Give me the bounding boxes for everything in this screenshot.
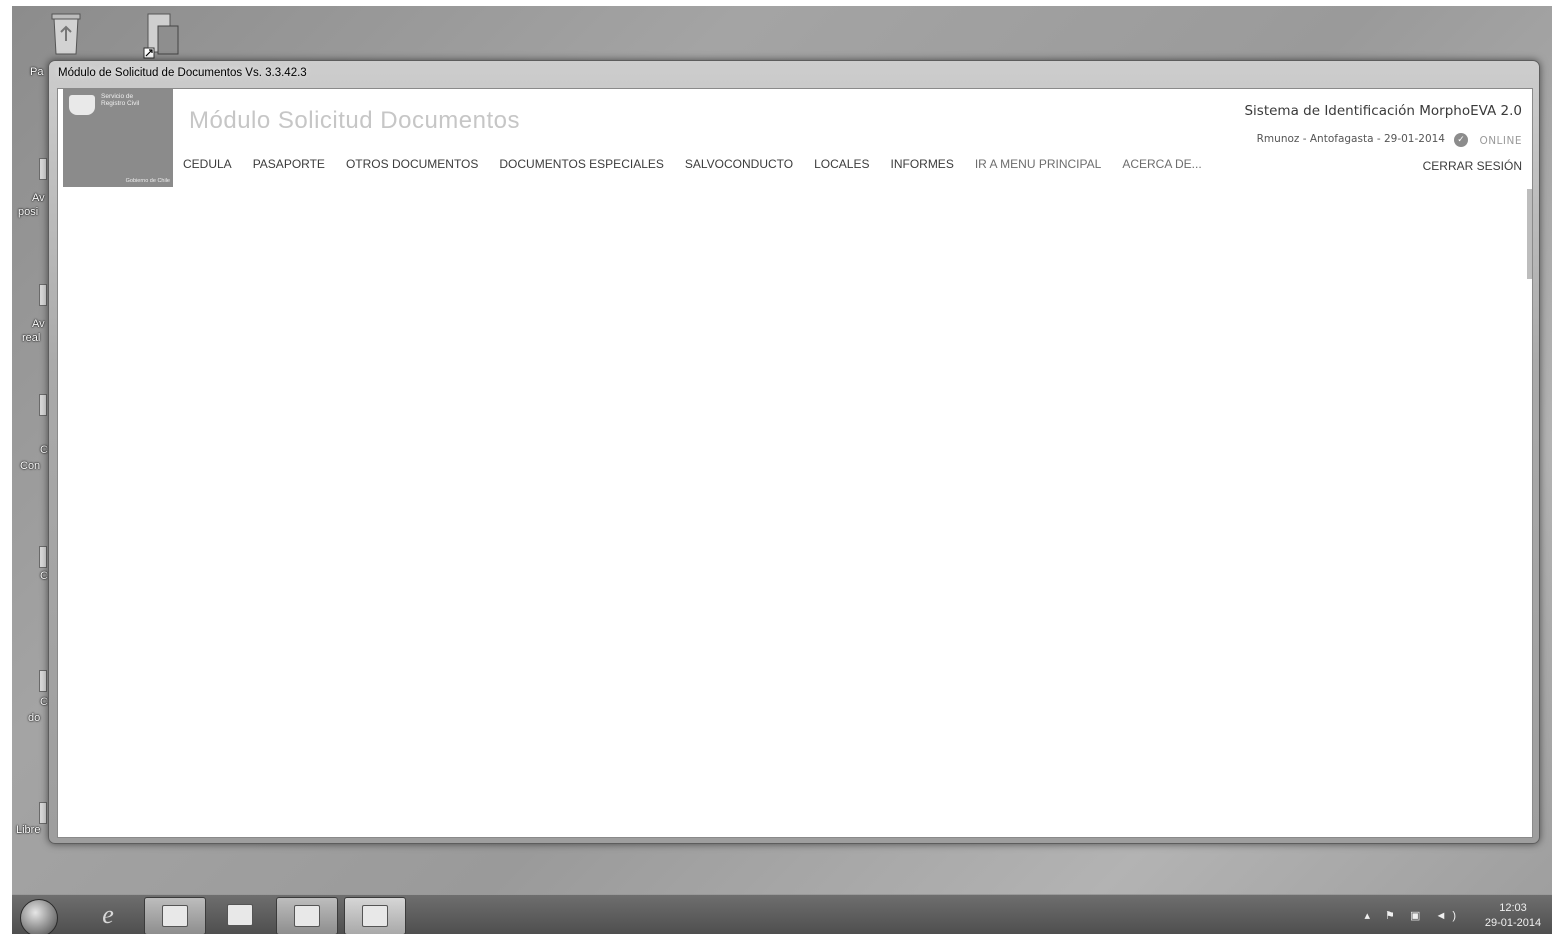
desktop-shortcut-stub[interactable] — [39, 158, 47, 180]
connection-status: ONLINE — [1479, 135, 1522, 147]
document-app-button[interactable] — [276, 897, 338, 934]
desktop-label[interactable]: C — [40, 570, 48, 582]
clock-time: 12:03 — [1499, 902, 1527, 914]
desktop-label[interactable]: real — [22, 332, 40, 344]
system-name: Sistema de Identificación MorphoEVA 2.0 — [1244, 103, 1522, 119]
show-hidden-icons-icon[interactable]: ▴ — [1364, 910, 1376, 922]
user-info: Rmunoz - Antofagasta - 29-01-2014 — [1256, 133, 1445, 145]
internet-explorer-button[interactable]: e — [78, 897, 138, 933]
action-center-flag-icon[interactable]: ⚑ — [1385, 910, 1401, 922]
desktop-shortcut-stub[interactable] — [39, 394, 47, 416]
app-window: Módulo de Solicitud de Documentos Vs. 3.… — [48, 60, 1540, 844]
logout-link[interactable]: CERRAR SESIÓN — [1423, 159, 1522, 173]
menu-item-acerca-de[interactable]: ACERCA DE... — [1122, 157, 1201, 175]
desktop-label[interactable]: Av — [32, 318, 45, 330]
menu-item-documentos-especiales[interactable]: DOCUMENTOS ESPECIALES — [499, 157, 663, 175]
menu-item-pasaporte[interactable]: PASAPORTE — [253, 157, 325, 175]
clock[interactable]: 12:03 29-01-2014 — [1480, 901, 1546, 931]
desktop-label[interactable]: C — [40, 696, 48, 708]
check-icon: ✓ — [1454, 133, 1468, 147]
start-button[interactable] — [20, 899, 58, 934]
internet-explorer-icon: e — [102, 900, 114, 929]
desktop-label[interactable]: C — [40, 444, 48, 456]
scrollbar[interactable] — [1527, 189, 1532, 279]
desktop-label[interactable]: Con — [20, 460, 40, 472]
clock-date: 29-01-2014 — [1484, 917, 1542, 929]
logo-text: Registro Civil — [101, 100, 140, 107]
volume-icon[interactable]: ◄) — [1435, 910, 1462, 922]
shortcut-icon[interactable] — [142, 12, 182, 59]
folder-icon — [162, 905, 188, 927]
recycle-bin-icon[interactable] — [46, 12, 86, 56]
scan-margin — [0, 0, 12, 934]
window-title: Módulo de Solicitud de Documentos Vs. 3.… — [58, 67, 307, 79]
desktop: Pa Av posi Av real C Con C C do Libre Mó… — [12, 6, 1552, 934]
taskbar: e ▴ ⚑ ▣ ◄) 12:03 29-01-2014 — [12, 894, 1552, 934]
menu-item-ir-a-menu-principal[interactable]: IR A MENU PRINCIPAL — [975, 157, 1101, 175]
active-app-button[interactable] — [344, 897, 406, 934]
logo-text: Gobierno de Chile — [125, 178, 170, 184]
desktop-label[interactable]: Pa — [30, 66, 43, 78]
crest-icon — [69, 95, 95, 115]
menu-item-cedula[interactable]: CEDULA — [183, 157, 232, 175]
menu-item-salvoconducto[interactable]: SALVOCONDUCTO — [685, 157, 793, 175]
window-client-area: Servicio de Registro Civil Gobierno de C… — [57, 88, 1533, 838]
document-icon — [294, 905, 320, 927]
main-menu: CEDULA PASAPORTE OTROS DOCUMENTOS DOCUME… — [183, 157, 1223, 175]
desktop-shortcut-stub[interactable] — [39, 802, 47, 824]
media-player-icon — [227, 904, 253, 926]
menu-item-otros-documentos[interactable]: OTROS DOCUMENTOS — [346, 157, 478, 175]
desktop-label[interactable]: Libre — [16, 824, 40, 836]
desktop-label[interactable]: do — [28, 712, 40, 724]
media-player-button[interactable] — [210, 897, 270, 933]
menu-item-locales[interactable]: LOCALES — [814, 157, 869, 175]
desktop-shortcut-stub[interactable] — [39, 670, 47, 692]
desktop-label[interactable]: posi — [18, 206, 38, 218]
menu-item-informes[interactable]: INFORMES — [890, 157, 953, 175]
desktop-shortcut-stub[interactable] — [39, 546, 47, 568]
desktop-label[interactable]: Av — [32, 192, 45, 204]
desktop-shortcut-stub[interactable] — [39, 284, 47, 306]
scan-margin — [0, 0, 1552, 6]
network-icon[interactable]: ▣ — [1410, 910, 1426, 922]
app-title: Módulo Solicitud Documentos — [189, 107, 520, 134]
file-explorer-button[interactable] — [144, 897, 206, 934]
app-window-icon — [362, 905, 388, 927]
registro-civil-logo: Servicio de Registro Civil Gobierno de C… — [63, 89, 173, 187]
logo-text: Servicio de — [101, 93, 134, 100]
